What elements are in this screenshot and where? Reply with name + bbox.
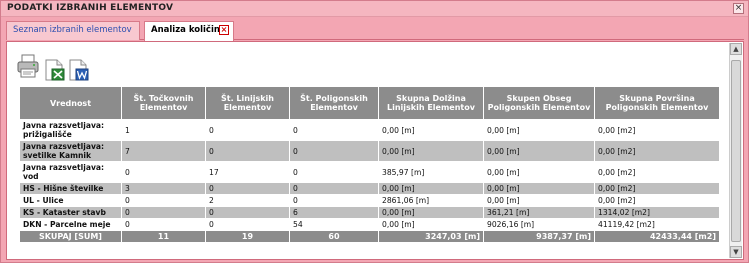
tab-close-icon[interactable]: × bbox=[219, 25, 229, 35]
table-cell: 0 bbox=[205, 140, 290, 162]
table-cell: 0,00 [m] bbox=[483, 161, 595, 183]
table-cell: 1314,02 [m2] bbox=[594, 206, 720, 219]
table-cell: 6 bbox=[289, 206, 379, 219]
table-cell: 1 bbox=[121, 119, 206, 141]
table-cell: 9026,16 [m] bbox=[483, 218, 595, 231]
table-cell: 0 bbox=[289, 119, 379, 141]
column-header[interactable]: Št. Točkovnih Elementov bbox=[121, 86, 206, 120]
table-cell: KS - Kataster stavb bbox=[19, 206, 122, 219]
tab-strip: Seznam izbranih elementov Analiza količi… bbox=[6, 21, 744, 41]
table-cell: 0 bbox=[205, 206, 290, 219]
vertical-scrollbar[interactable]: ▲ ▼ bbox=[729, 43, 742, 258]
table-cell: 7 bbox=[121, 140, 206, 162]
table-cell: 0 bbox=[289, 140, 379, 162]
table-cell: 0,00 [m] bbox=[483, 140, 595, 162]
column-header[interactable]: Skupna Dolžina Linijskih Elementov bbox=[378, 86, 484, 120]
table-cell: 0,00 [m] bbox=[483, 182, 595, 195]
table-cell: Javna razsvetljava: prižigališče bbox=[19, 119, 122, 141]
table-cell: 361,21 [m] bbox=[483, 206, 595, 219]
table-cell: 17 bbox=[205, 161, 290, 183]
table-header-row: Vrednost Št. Točkovnih Elementov Št. Lin… bbox=[19, 86, 720, 120]
excel-export-icon[interactable] bbox=[43, 58, 65, 82]
total-cell: 3247,03 [m] bbox=[378, 230, 484, 243]
table-row: HS - Hišne številke 3 0 0 0,00 [m] 0,00 … bbox=[19, 182, 720, 195]
table-cell: 0 bbox=[121, 206, 206, 219]
table-cell: 0 bbox=[205, 119, 290, 141]
table-cell: 0 bbox=[205, 218, 290, 231]
table-cell: HS - Hišne številke bbox=[19, 182, 122, 195]
total-cell: 9387,37 [m] bbox=[483, 230, 595, 243]
table-cell: 0,00 [m] bbox=[483, 194, 595, 207]
data-window: PODATKI IZBRANIH ELEMENTOV × Seznam izbr… bbox=[0, 0, 749, 263]
table-cell: 0 bbox=[289, 182, 379, 195]
tab-quantity-analysis[interactable]: Analiza količin × bbox=[144, 21, 234, 41]
column-header[interactable]: Št. Linijskih Elementov bbox=[205, 86, 290, 120]
close-icon[interactable]: × bbox=[733, 3, 744, 14]
table-cell: 2861,06 [m] bbox=[378, 194, 484, 207]
table-cell: Javna razsvetljava: svetilke Kamnik bbox=[19, 140, 122, 162]
table-cell: 0,00 [m2] bbox=[594, 182, 720, 195]
table-cell: 3 bbox=[121, 182, 206, 195]
table-cell: 0,00 [m] bbox=[378, 206, 484, 219]
table-cell: 0 bbox=[121, 161, 206, 183]
column-header[interactable]: Skupna Površina Poligonskih Elementov bbox=[594, 86, 720, 120]
total-cell: 42433,44 [m2] bbox=[594, 230, 720, 243]
table-cell: 0 bbox=[289, 161, 379, 183]
table-cell: 2 bbox=[205, 194, 290, 207]
table-row: DKN - Parcelne meje 0 0 54 0,00 [m] 9026… bbox=[19, 218, 720, 231]
table-row: Javna razsvetljava: prižigališče 1 0 0 0… bbox=[19, 119, 720, 141]
table-row: KS - Kataster stavb 0 0 6 0,00 [m] 361,2… bbox=[19, 206, 720, 219]
tab-label: Analiza količin bbox=[151, 25, 220, 35]
table-cell: Javna razsvetljava: vod bbox=[19, 161, 122, 183]
table-cell: 385,97 [m] bbox=[378, 161, 484, 183]
table-cell: 54 bbox=[289, 218, 379, 231]
table-cell: 0,00 [m] bbox=[483, 119, 595, 141]
table-total-row: SKUPAJ [SUM] 11 19 60 3247,03 [m] 9387,3… bbox=[19, 230, 720, 243]
table-cell: 41119,42 [m2] bbox=[594, 218, 720, 231]
table-cell: 0,00 [m2] bbox=[594, 119, 720, 141]
table-cell: 0,00 [m] bbox=[378, 119, 484, 141]
table-cell: 0,00 [m] bbox=[378, 140, 484, 162]
table-cell: DKN - Parcelne meje bbox=[19, 218, 122, 231]
total-cell: 19 bbox=[205, 230, 290, 243]
window-title: PODATKI IZBRANIH ELEMENTOV bbox=[7, 3, 174, 13]
word-export-icon[interactable] bbox=[67, 58, 89, 82]
column-header[interactable]: Vrednost bbox=[19, 86, 122, 120]
table-row: Javna razsvetljava: svetilke Kamnik 7 0 … bbox=[19, 140, 720, 162]
table-cell: 0 bbox=[121, 218, 206, 231]
scroll-up-arrow-icon[interactable]: ▲ bbox=[730, 43, 742, 55]
table-cell: 0,00 [m2] bbox=[594, 161, 720, 183]
table-cell: 0 bbox=[121, 194, 206, 207]
analysis-panel: Vrednost Št. Točkovnih Elementov Št. Lin… bbox=[6, 41, 744, 260]
table-cell: 0 bbox=[289, 194, 379, 207]
tab-label: Seznam izbranih elementov bbox=[13, 25, 132, 35]
table-cell: UL - Ulice bbox=[19, 194, 122, 207]
window-titlebar: PODATKI IZBRANIH ELEMENTOV × bbox=[1, 1, 748, 17]
scroll-down-arrow-icon[interactable]: ▼ bbox=[730, 246, 742, 258]
table-cell: 0 bbox=[205, 182, 290, 195]
table-row: Javna razsvetljava: vod 0 17 0 385,97 [m… bbox=[19, 161, 720, 183]
table-cell: 0,00 [m] bbox=[378, 182, 484, 195]
tab-selected-elements[interactable]: Seznam izbranih elementov bbox=[6, 21, 140, 40]
total-label: SKUPAJ [SUM] bbox=[19, 230, 122, 243]
table-cell: 0,00 [m2] bbox=[594, 140, 720, 162]
printer-icon[interactable] bbox=[17, 54, 39, 78]
quantity-table: Vrednost Št. Točkovnih Elementov Št. Lin… bbox=[19, 86, 720, 243]
table-cell: 0,00 [m2] bbox=[594, 194, 720, 207]
column-header[interactable]: Št. Poligonskih Elementov bbox=[289, 86, 379, 120]
total-cell: 60 bbox=[289, 230, 379, 243]
table-row: UL - Ulice 0 2 0 2861,06 [m] 0,00 [m] 0,… bbox=[19, 194, 720, 207]
scrollbar-thumb[interactable] bbox=[731, 60, 741, 242]
column-header[interactable]: Skupen Obseg Poligonskih Elementov bbox=[483, 86, 595, 120]
total-cell: 11 bbox=[121, 230, 206, 243]
table-cell: 0,00 [m] bbox=[378, 218, 484, 231]
